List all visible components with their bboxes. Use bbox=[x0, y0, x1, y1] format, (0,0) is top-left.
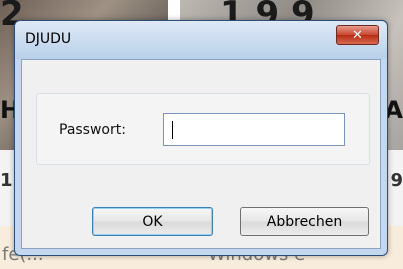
dialog-titlebar[interactable]: DJUDU ✕ bbox=[15, 21, 387, 59]
dialog-content: Passwort: OK Abbrechen bbox=[21, 59, 381, 249]
password-input[interactable] bbox=[163, 113, 345, 146]
cancel-button[interactable]: Abbrechen bbox=[240, 207, 369, 236]
dialog-title: DJUDU bbox=[25, 31, 72, 47]
password-label: Passwort: bbox=[59, 122, 126, 138]
close-button[interactable]: ✕ bbox=[336, 25, 379, 45]
text-caret bbox=[172, 121, 173, 139]
close-icon: ✕ bbox=[352, 27, 363, 43]
ok-button[interactable]: OK bbox=[92, 207, 213, 236]
background-text: 9 bbox=[390, 170, 403, 191]
password-dialog: DJUDU ✕ Passwort: OK Abbrechen bbox=[14, 20, 388, 256]
password-group: Passwort: bbox=[36, 93, 370, 165]
background-text: 1 bbox=[0, 170, 13, 191]
